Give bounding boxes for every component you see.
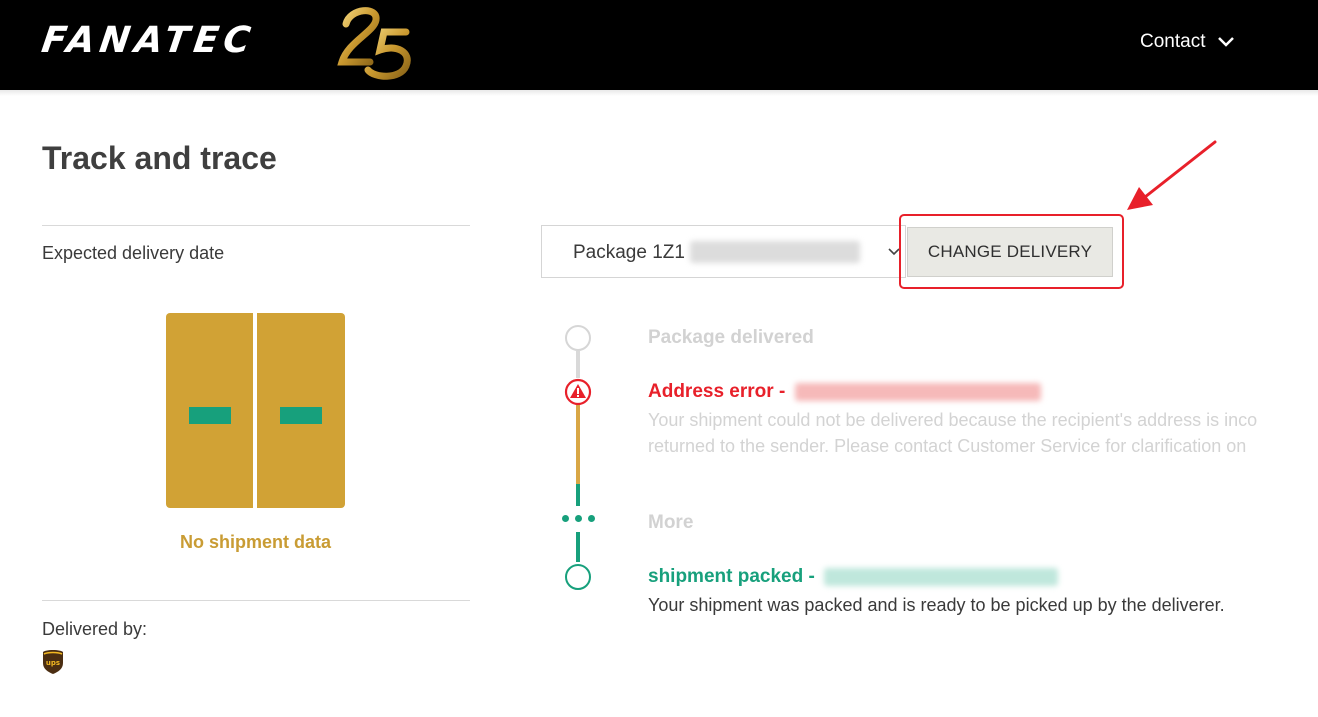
redacted-date [824, 567, 1059, 586]
step-error-desc-line2: returned to the sender. Please contact C… [648, 436, 1247, 456]
chevron-down-icon [1218, 37, 1235, 47]
more-dots-icon[interactable] [562, 515, 596, 523]
timeline-step-marker [565, 564, 591, 590]
annotation-arrow-icon [1127, 140, 1217, 210]
step-packed-desc: Your shipment was packed and is ready to… [648, 595, 1225, 615]
annotation-highlight-box [899, 214, 1124, 289]
no-shipment-data-label: No shipment data [179, 532, 331, 552]
package-select-value: Package 1Z1 [573, 242, 685, 263]
site-header: FANATEC Contact [0, 0, 1318, 90]
timeline-connector [576, 351, 580, 378]
box-label-left [189, 407, 231, 424]
step-packed-label: shipment packed - [648, 566, 821, 587]
timeline-connector [576, 532, 580, 562]
warning-icon [564, 378, 592, 406]
divider [42, 225, 470, 226]
brand-wordmark: FANATEC [39, 20, 258, 61]
expected-delivery-label: Expected delivery date [42, 243, 225, 263]
step-delivered-title: Package delivered [648, 327, 814, 348]
svg-text:ups: ups [46, 659, 60, 667]
fanatec-logo[interactable]: FANATEC [39, 2, 422, 82]
timeline-connector [576, 404, 580, 484]
redacted-date [794, 382, 1041, 401]
redacted-tracking-number [690, 241, 860, 263]
ups-logo-icon: ups [43, 650, 63, 674]
delivered-by-label: Delivered by: [42, 619, 148, 639]
header-shadow [0, 90, 1318, 96]
timeline-step-marker [565, 325, 591, 351]
contact-label: Contact [1140, 31, 1206, 52]
anniversary-25-icon [337, 7, 411, 80]
package-select[interactable]: Package 1Z1 [541, 225, 906, 278]
box-label-right [280, 407, 322, 424]
step-error-desc-line1: Your shipment could not be delivered bec… [648, 410, 1258, 430]
more-link[interactable]: More [648, 512, 693, 534]
timeline-connector [576, 484, 580, 506]
divider [42, 600, 470, 601]
package-box-illustration [166, 313, 345, 508]
contact-menu[interactable]: Contact [1140, 30, 1235, 54]
step-packed-title: shipment packed - [648, 566, 1059, 588]
page-title: Track and trace [42, 140, 277, 176]
step-error-label: Address error - [648, 381, 791, 402]
step-error-title: Address error - [648, 381, 1041, 403]
